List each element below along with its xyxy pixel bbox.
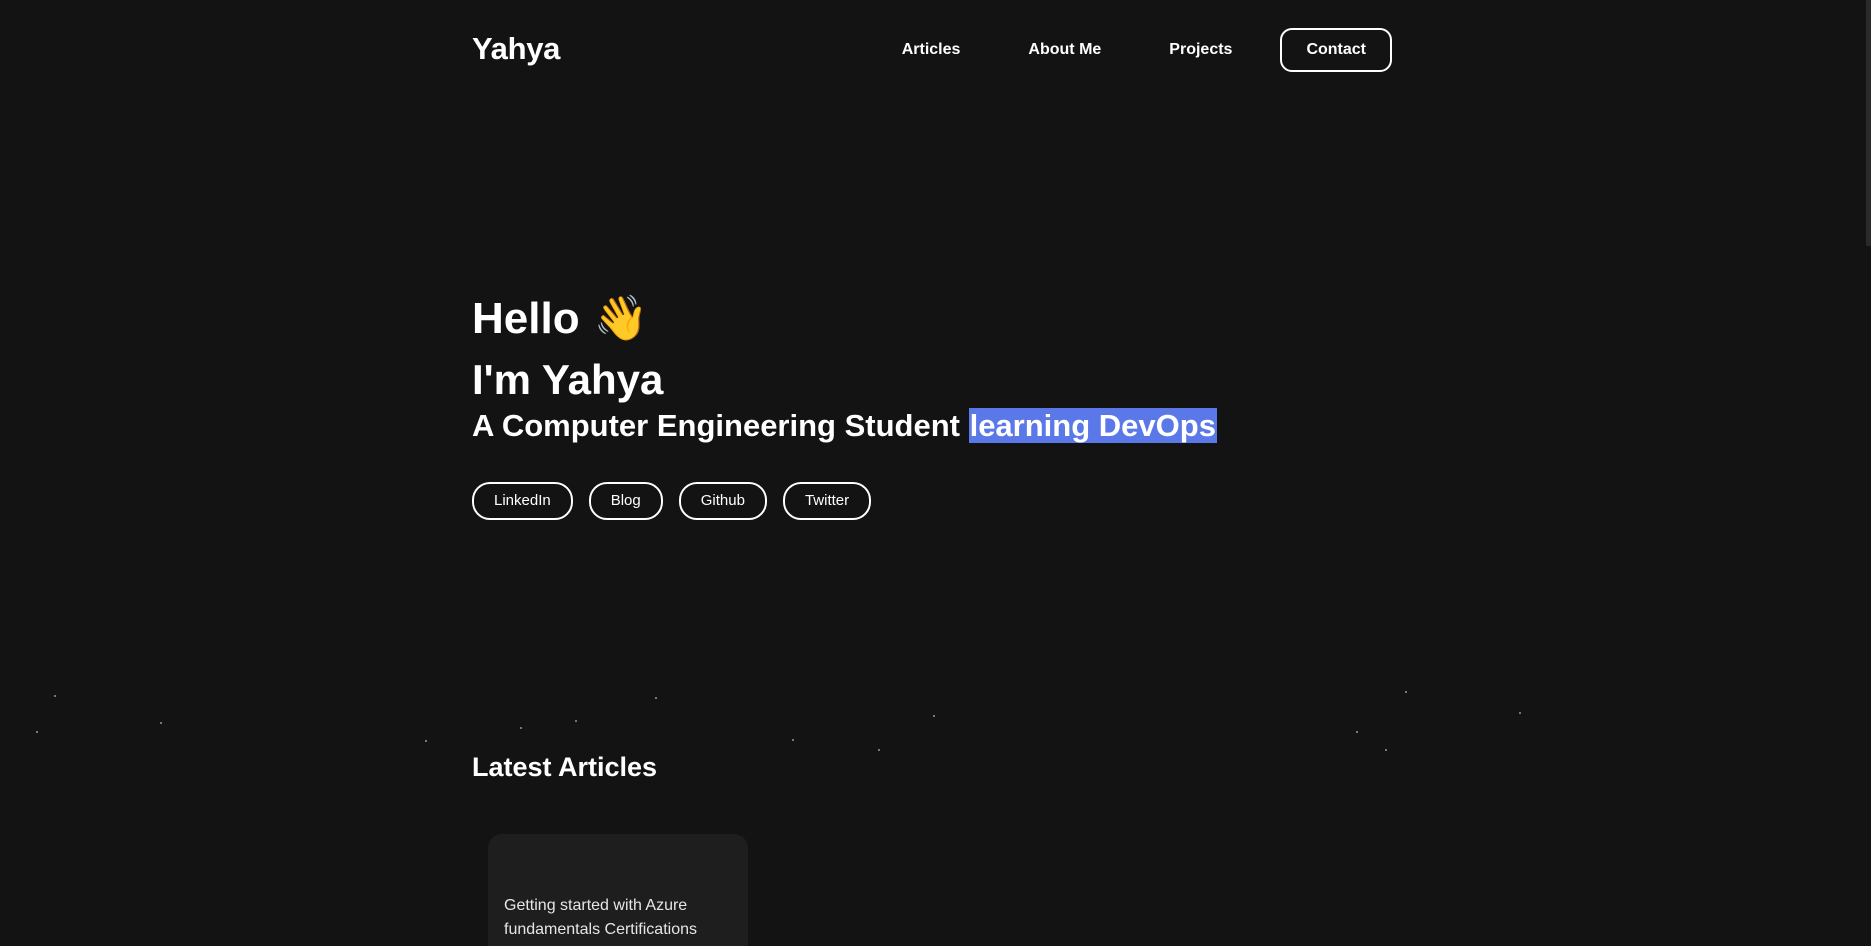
contact-button[interactable]: Contact	[1280, 28, 1392, 72]
hero-greeting: Hello 👋	[472, 292, 1217, 346]
latest-articles-heading: Latest Articles	[472, 752, 658, 782]
star-dot	[933, 715, 935, 717]
star-dot	[575, 720, 577, 722]
hero-section: Hello 👋 I'm Yahya A Computer Engineering…	[472, 292, 1217, 520]
star-dot	[1385, 749, 1387, 751]
page: Yahya Articles About Me Projects Contact…	[0, 0, 1871, 946]
tagline-prefix: A Computer Engineering Student	[472, 408, 969, 443]
tagline-highlight: learning DevOps	[968, 408, 1217, 443]
star-dot	[54, 695, 56, 697]
hero-tagline: A Computer Engineering Student learning …	[472, 406, 1217, 446]
star-dot	[878, 749, 880, 751]
star-dot	[1519, 712, 1521, 714]
social-links: LinkedIn Blog Github Twitter	[472, 482, 1217, 520]
star-dot	[36, 731, 38, 733]
star-dot	[425, 740, 427, 742]
star-dot	[1356, 731, 1358, 733]
twitter-button[interactable]: Twitter	[782, 482, 872, 520]
star-dot	[655, 697, 657, 699]
nav-projects[interactable]: Projects	[1169, 41, 1232, 59]
star-dot	[160, 722, 162, 724]
linkedin-button[interactable]: LinkedIn	[472, 482, 573, 520]
star-dot	[1405, 691, 1407, 693]
article-card[interactable]: Getting started with Azure fundamentals …	[488, 834, 748, 946]
scrollbar[interactable]	[1866, 0, 1871, 246]
nav-about-me[interactable]: About Me	[1028, 41, 1101, 59]
star-dot	[792, 739, 794, 741]
greeting-text: Hello	[472, 294, 580, 343]
blog-button[interactable]: Blog	[588, 482, 663, 520]
waving-hand-icon: 👋	[593, 294, 649, 343]
main-nav: Articles About Me Projects Contact	[902, 28, 1392, 72]
article-card-title[interactable]: Getting started with Azure fundamentals …	[504, 894, 734, 942]
hero-intro: I'm Yahya	[472, 356, 664, 403]
star-dot	[520, 727, 522, 729]
site-logo[interactable]: Yahya	[472, 31, 560, 67]
site-header: Yahya Articles About Me Projects Contact	[472, 28, 1392, 72]
github-button[interactable]: Github	[678, 482, 767, 520]
nav-articles[interactable]: Articles	[902, 41, 961, 59]
